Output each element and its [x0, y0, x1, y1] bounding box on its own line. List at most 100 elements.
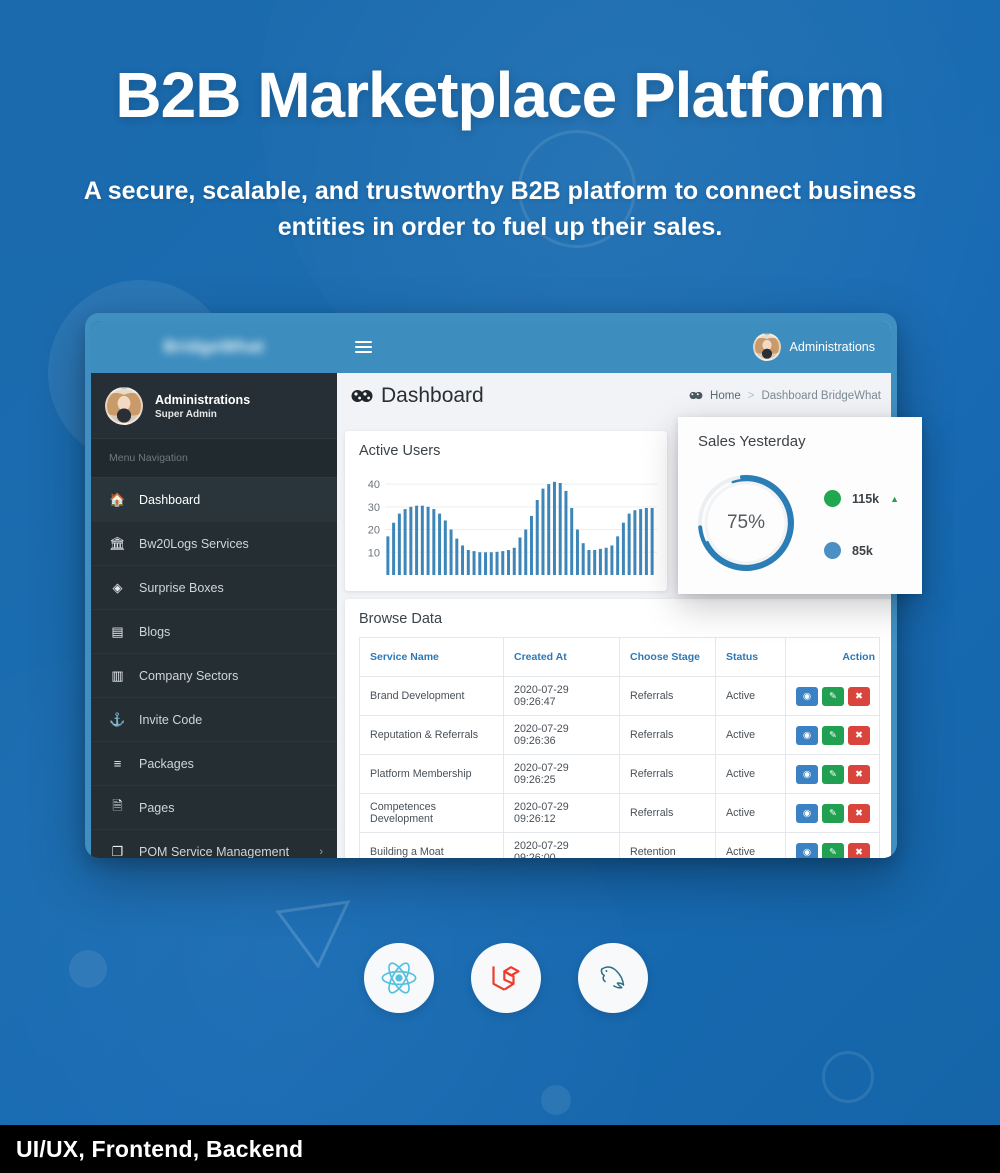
- cell-created-at: 2020-07-29 09:26:12: [503, 793, 620, 833]
- dashboard-title: Dashboard: [351, 384, 484, 408]
- cell-status: Active: [715, 676, 786, 716]
- sidebar-item-bw20logs-services[interactable]: 🏛 Bw20Logs Services: [91, 521, 337, 565]
- chevron-right-icon: ›: [319, 845, 323, 858]
- table-row: Platform Membership 2020-07-29 09:26:25 Re…: [359, 754, 880, 794]
- sidebar-item-pom-service-management[interactable]: ❐ POM Service Management ›: [91, 829, 337, 859]
- trend-up-icon: ▲: [890, 493, 900, 504]
- cell-service-name: Competences Development: [359, 793, 504, 833]
- cell-action: ◉ ✎ ✖: [785, 754, 880, 794]
- topbar-user[interactable]: Administrations: [752, 333, 875, 361]
- sidebar-item-blogs[interactable]: ▤ Blogs: [91, 609, 337, 653]
- breadcrumb-home[interactable]: Home: [710, 390, 741, 402]
- cell-action: ◉ ✎ ✖: [785, 793, 880, 833]
- avatar: [105, 386, 143, 425]
- sidebar-item-label: POM Service Management: [139, 844, 290, 859]
- legend-item-green: 115k ▲: [824, 490, 899, 507]
- sales-gauge: 75%: [692, 469, 800, 577]
- cell-service-name: Reputation & Referrals: [359, 715, 504, 755]
- sidebar-user-profile[interactable]: Administrations Super Admin: [91, 373, 337, 439]
- active-users-title: Active Users: [359, 443, 441, 459]
- topbar: Administrations: [337, 321, 891, 373]
- breadcrumb-separator: >: [747, 389, 755, 402]
- view-button[interactable]: ◉: [796, 803, 818, 823]
- column-header-status[interactable]: Status: [715, 637, 786, 677]
- cell-status: Active: [715, 715, 786, 755]
- boxes-icon: ◈: [112, 579, 123, 595]
- view-button[interactable]: ◉: [796, 686, 818, 706]
- sidebar: BridgeWhat Administrations Super Admin M…: [91, 321, 337, 858]
- topbar-user-name: Administrations: [789, 340, 875, 354]
- delete-button[interactable]: ✖: [848, 842, 870, 858]
- decorative-circle-small-bottom: [541, 1085, 571, 1115]
- cell-service-name: Building a Moat: [359, 832, 504, 858]
- sidebar-item-invite-code[interactable]: ⚓ Invite Code: [91, 697, 337, 741]
- delete-button[interactable]: ✖: [848, 725, 870, 745]
- svg-text:30: 30: [368, 502, 380, 514]
- column-header-service-name[interactable]: Service Name: [359, 637, 504, 677]
- edit-button[interactable]: ✎: [822, 725, 844, 745]
- breadcrumb-current: Dashboard BridgeWhat: [761, 389, 881, 402]
- sales-yesterday-card: Sales Yesterday 75% 115k ▲ 85k: [678, 417, 922, 594]
- sidebar-item-pages[interactable]: 🗎 Pages: [91, 785, 337, 829]
- delete-button[interactable]: ✖: [848, 686, 870, 706]
- table-header-row: Service Name Created At Choose Stage Sta…: [359, 637, 880, 677]
- edit-button[interactable]: ✎: [822, 686, 844, 706]
- view-button[interactable]: ◉: [796, 764, 818, 784]
- footer-text: UI/UX, Frontend, Backend: [16, 1135, 304, 1162]
- edit-button[interactable]: ✎: [822, 842, 844, 858]
- cell-created-at: 2020-07-29 09:26:47: [503, 676, 620, 716]
- list-icon: ≡: [113, 756, 122, 771]
- sidebar-item-label: Bw20Logs Services: [139, 536, 249, 551]
- sidebar-item-label: Dashboard: [139, 492, 201, 507]
- column-header-action: Action: [785, 637, 880, 677]
- cell-created-at: 2020-07-29 09:26:00: [503, 832, 620, 858]
- book-icon: ▥: [111, 667, 124, 683]
- cell-service-name: Platform Membership: [359, 754, 504, 794]
- view-button[interactable]: ◉: [796, 725, 818, 745]
- breadcrumb: Home > Dashboard BridgeWhat: [689, 390, 881, 402]
- cell-created-at: 2020-07-29 09:26:25: [503, 754, 620, 794]
- cell-service-name: Brand Development: [359, 676, 504, 716]
- sidebar-item-label: Surprise Boxes: [139, 580, 224, 595]
- active-users-bar-chart: 10 20 30 40: [368, 479, 657, 575]
- brand-logo[interactable]: BridgeWhat: [91, 321, 337, 373]
- delete-button[interactable]: ✖: [848, 803, 870, 823]
- view-button[interactable]: ◉: [796, 842, 818, 858]
- cell-choose-stage: Referrals: [619, 754, 716, 794]
- cell-action: ◉ ✎ ✖: [785, 832, 880, 858]
- page-subtitle: A secure, scalable, and trustworthy B2B …: [83, 177, 917, 241]
- decorative-triangle: [275, 900, 351, 969]
- footer-bar: UI/UX, Frontend, Backend: [0, 1125, 1000, 1173]
- column-header-choose-stage[interactable]: Choose Stage: [619, 637, 716, 677]
- page-header: Dashboard Home > Dashboard BridgeWhat: [337, 373, 891, 418]
- legend-value: 85k: [852, 543, 873, 558]
- legend-value: 115k: [852, 491, 880, 506]
- column-header-created-at[interactable]: Created At: [503, 637, 620, 677]
- react-icon: [364, 943, 434, 1013]
- edit-button[interactable]: ✎: [822, 764, 844, 784]
- cell-choose-stage: Retention: [619, 832, 716, 858]
- sidebar-item-company-sectors[interactable]: ▥ Company Sectors: [91, 653, 337, 697]
- sidebar-item-surprise-boxes[interactable]: ◈ Surprise Boxes: [91, 565, 337, 609]
- table-row: Building a Moat 2020-07-29 09:26:00 Retent…: [359, 832, 880, 858]
- sidebar-item-label: Pages: [139, 800, 175, 815]
- sidebar-item-dashboard[interactable]: 🏠 Dashboard: [91, 477, 337, 521]
- svg-text:40: 40: [368, 479, 380, 491]
- sidebar-section-title: Menu Navigation: [91, 439, 337, 477]
- cell-status: Active: [715, 832, 786, 858]
- hamburger-icon[interactable]: [355, 340, 372, 354]
- sidebar-item-label: Blogs: [139, 624, 171, 639]
- page-title: B2B Marketplace Platform: [115, 59, 885, 131]
- dashboard-icon: [351, 389, 373, 402]
- delete-button[interactable]: ✖: [848, 764, 870, 784]
- cell-status: Active: [715, 754, 786, 794]
- sidebar-item-label: Invite Code: [139, 712, 203, 727]
- browse-data-table: Service Name Created At Choose Stage Sta…: [359, 637, 880, 858]
- sidebar-user-role: Super Admin: [155, 409, 217, 421]
- cell-action: ◉ ✎ ✖: [785, 676, 880, 716]
- edit-button[interactable]: ✎: [822, 803, 844, 823]
- sidebar-item-packages[interactable]: ≡ Packages: [91, 741, 337, 785]
- svg-text:20: 20: [368, 525, 380, 537]
- laravel-icon: [471, 943, 541, 1013]
- legend-dot-blue: [824, 542, 841, 559]
